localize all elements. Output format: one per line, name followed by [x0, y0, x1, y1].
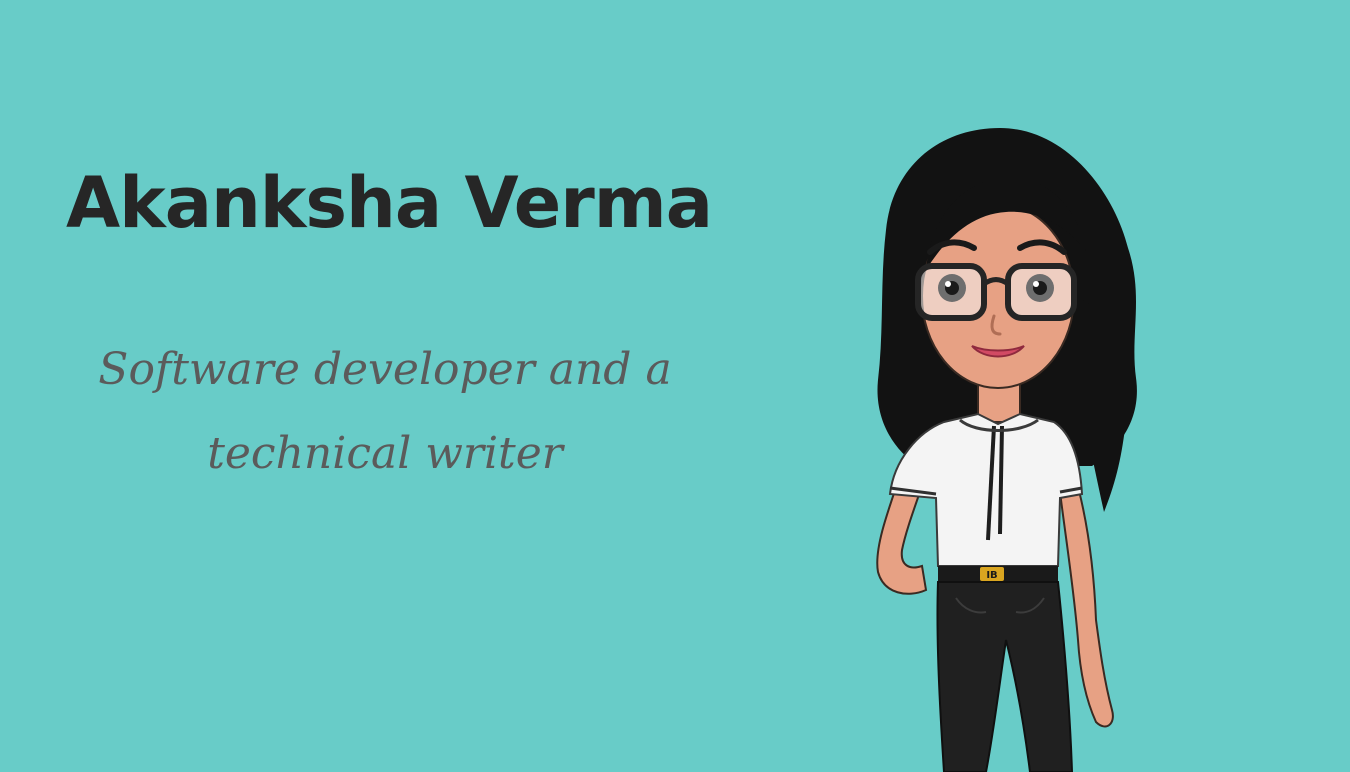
- belt-buckle-text: IB: [986, 570, 997, 581]
- shirt: [888, 412, 1084, 567]
- tagline-line-2: technical writer: [207, 428, 563, 479]
- profile-name: Akanksha Verma: [66, 162, 713, 244]
- collar-tie-right: [998, 425, 1004, 535]
- profile-tagline: Software developer and a technical write…: [50, 328, 720, 496]
- left-eye-glint: [945, 281, 951, 287]
- trousers: [936, 581, 1074, 772]
- right-eye-glint: [1033, 281, 1039, 287]
- tagline-line-1: Software developer and a: [98, 344, 672, 395]
- avatar-illustration: IB: [876, 128, 1137, 772]
